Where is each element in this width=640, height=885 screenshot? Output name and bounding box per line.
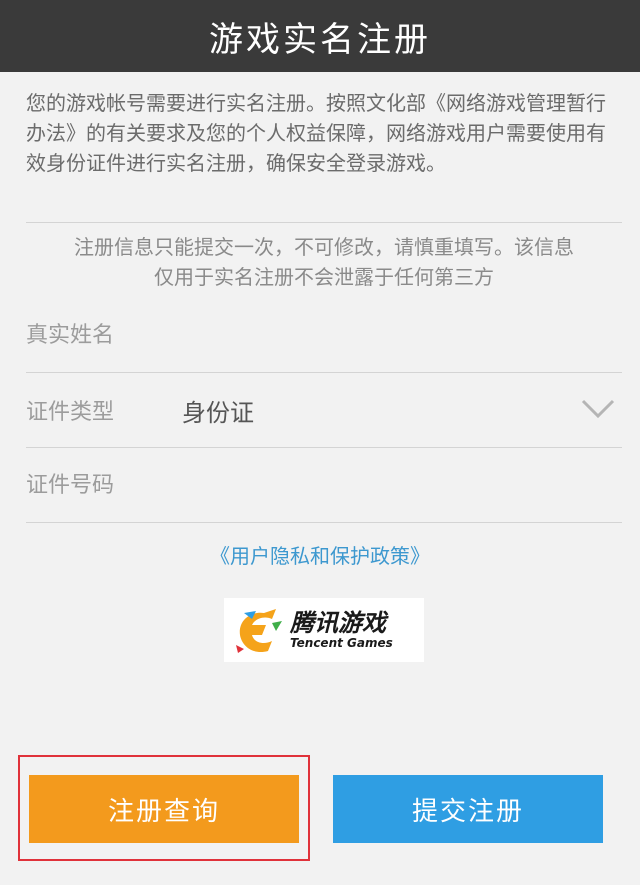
page-title: 游戏实名注册: [209, 19, 431, 60]
privacy-policy-link[interactable]: 《用户隐私和保护政策》: [0, 540, 640, 569]
tencent-games-logo-icon: [236, 609, 282, 653]
notice-line-1: 注册信息只能提交一次，不可修改，请慎重填写。该信息: [74, 235, 574, 259]
logo-cn-text: 腾讯游戏: [290, 609, 386, 637]
divider: [26, 522, 622, 523]
id-number-field[interactable]: [26, 448, 622, 522]
register-query-button[interactable]: 注册查询: [29, 775, 299, 843]
tencent-games-logo: 腾讯游戏 Tencent Games: [224, 598, 424, 662]
header-bar: 游戏实名注册: [0, 0, 640, 72]
logo-text: 腾讯游戏 Tencent Games: [290, 610, 393, 650]
id-type-label: 证件类型: [26, 400, 115, 425]
notice-line-2: 仅用于实名注册不会泄露于任何第三方: [154, 265, 494, 289]
submit-registration-button[interactable]: 提交注册: [333, 775, 603, 843]
notice-text: 注册信息只能提交一次，不可修改，请慎重填写。该信息 仅用于实名注册不会泄露于任何…: [26, 232, 622, 292]
divider: [26, 222, 622, 223]
chevron-down-icon[interactable]: [580, 393, 616, 423]
id-type-select[interactable]: 证件类型 身份证: [26, 373, 622, 447]
id-type-value: 身份证: [182, 398, 254, 427]
logo-en-text: Tencent Games: [290, 636, 393, 650]
id-number-input[interactable]: [26, 448, 622, 522]
intro-text: 您的游戏帐号需要进行实名注册。按照文化部《网络游戏管理暂行办法》的有关要求及您的…: [26, 91, 606, 175]
real-name-input[interactable]: [26, 298, 622, 372]
real-name-field[interactable]: [26, 298, 622, 372]
